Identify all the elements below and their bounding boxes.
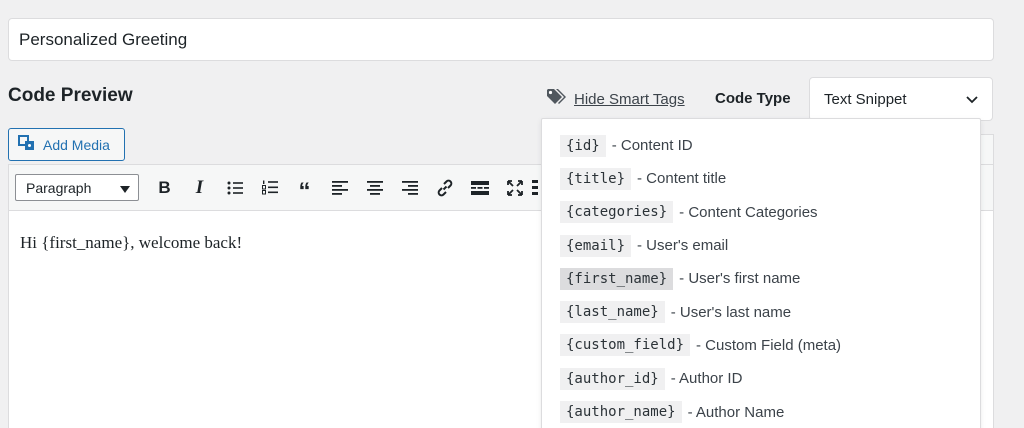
smart-tag-item-active[interactable]: {first_name} - User's first name bbox=[542, 262, 980, 295]
smart-tag-code: {id} bbox=[560, 134, 606, 157]
fullscreen-icon bbox=[506, 179, 523, 196]
smart-tag-item[interactable]: {id} - Content ID bbox=[542, 129, 980, 162]
align-right-icon bbox=[401, 180, 418, 195]
italic-button[interactable]: I bbox=[182, 173, 217, 203]
smart-tags-dropdown: {id} - Content ID {title} - Content titl… bbox=[541, 118, 981, 428]
bold-button[interactable]: B bbox=[147, 173, 182, 203]
add-media-button[interactable]: Add Media bbox=[8, 128, 125, 161]
smart-tag-code: {author_name} bbox=[560, 401, 682, 424]
smart-tag-description: - Author ID bbox=[670, 370, 743, 388]
smart-tag-description: - User's last name bbox=[670, 303, 792, 321]
code-type-value: Text Snippet bbox=[824, 90, 907, 108]
smart-tag-code: {author_id} bbox=[560, 367, 665, 390]
smart-tag-item[interactable]: {author_name} - Author Name bbox=[542, 395, 980, 428]
bulleted-list-icon bbox=[227, 181, 243, 194]
section-title: Code Preview bbox=[8, 85, 133, 106]
code-type-label: Code Type bbox=[715, 90, 791, 107]
smart-tag-item[interactable]: {email} - User's email bbox=[542, 229, 980, 262]
smart-tag-description: - User's email bbox=[637, 237, 729, 255]
italic-icon: I bbox=[195, 176, 204, 198]
smart-tag-code: {title} bbox=[560, 167, 632, 190]
smart-tag-description: - Content ID bbox=[611, 137, 693, 155]
link-icon bbox=[437, 179, 452, 196]
smart-tag-code: {custom_field} bbox=[560, 334, 691, 357]
smart-tag-description: - Content Categories bbox=[679, 203, 818, 221]
read-more-icon bbox=[470, 180, 489, 195]
read-more-button[interactable] bbox=[462, 173, 497, 203]
smart-tag-item[interactable]: {categories} - Content Categories bbox=[542, 196, 980, 229]
smart-tag-item[interactable]: {custom_field} - Custom Field (meta) bbox=[542, 329, 980, 362]
toolbar-toggle-icon bbox=[532, 179, 538, 195]
snippet-title-value: Personalized Greeting bbox=[19, 29, 188, 49]
blockquote-button[interactable]: “ bbox=[287, 173, 322, 203]
link-button[interactable] bbox=[427, 173, 462, 203]
align-center-button[interactable] bbox=[357, 173, 392, 203]
smart-tag-code: {first_name} bbox=[560, 267, 674, 290]
smart-tag-description: - Content title bbox=[637, 170, 727, 188]
smart-tag-item[interactable]: {author_id} - Author ID bbox=[542, 362, 980, 395]
smart-tag-code: {categories} bbox=[560, 201, 674, 224]
tag-icon bbox=[546, 88, 568, 110]
numbered-list-button[interactable] bbox=[252, 173, 287, 203]
numbered-list-icon bbox=[261, 180, 278, 195]
code-type-select[interactable]: Text Snippet bbox=[809, 77, 993, 121]
format-select-value: Paragraph bbox=[26, 179, 92, 196]
align-left-icon bbox=[331, 180, 348, 195]
smart-tag-code: {email} bbox=[560, 234, 632, 257]
add-media-label: Add Media bbox=[43, 136, 110, 153]
smart-tag-description: - User's first name bbox=[679, 270, 801, 288]
smart-tag-description: - Custom Field (meta) bbox=[696, 336, 842, 354]
smart-tag-code: {last_name} bbox=[560, 301, 665, 324]
bulleted-list-button[interactable] bbox=[217, 173, 252, 203]
hide-smart-tags-label: Hide Smart Tags bbox=[574, 90, 685, 108]
smart-tag-item[interactable]: {title} - Content title bbox=[542, 162, 980, 195]
media-icon bbox=[18, 135, 36, 154]
smart-tag-item[interactable]: {last_name} - User's last name bbox=[542, 295, 980, 328]
smart-tag-description: - Author Name bbox=[687, 403, 785, 421]
hide-smart-tags-link[interactable]: Hide Smart Tags bbox=[546, 88, 685, 110]
blockquote-icon: “ bbox=[298, 177, 311, 205]
chevron-down-icon bbox=[966, 91, 978, 108]
align-right-button[interactable] bbox=[392, 173, 427, 203]
snippet-title-input[interactable]: Personalized Greeting bbox=[8, 18, 994, 61]
format-select[interactable]: Paragraph bbox=[15, 174, 139, 201]
align-left-button[interactable] bbox=[322, 173, 357, 203]
bold-icon: B bbox=[158, 177, 171, 197]
caret-down-icon bbox=[120, 180, 130, 196]
align-center-icon bbox=[366, 180, 383, 195]
fullscreen-button[interactable] bbox=[497, 173, 532, 203]
